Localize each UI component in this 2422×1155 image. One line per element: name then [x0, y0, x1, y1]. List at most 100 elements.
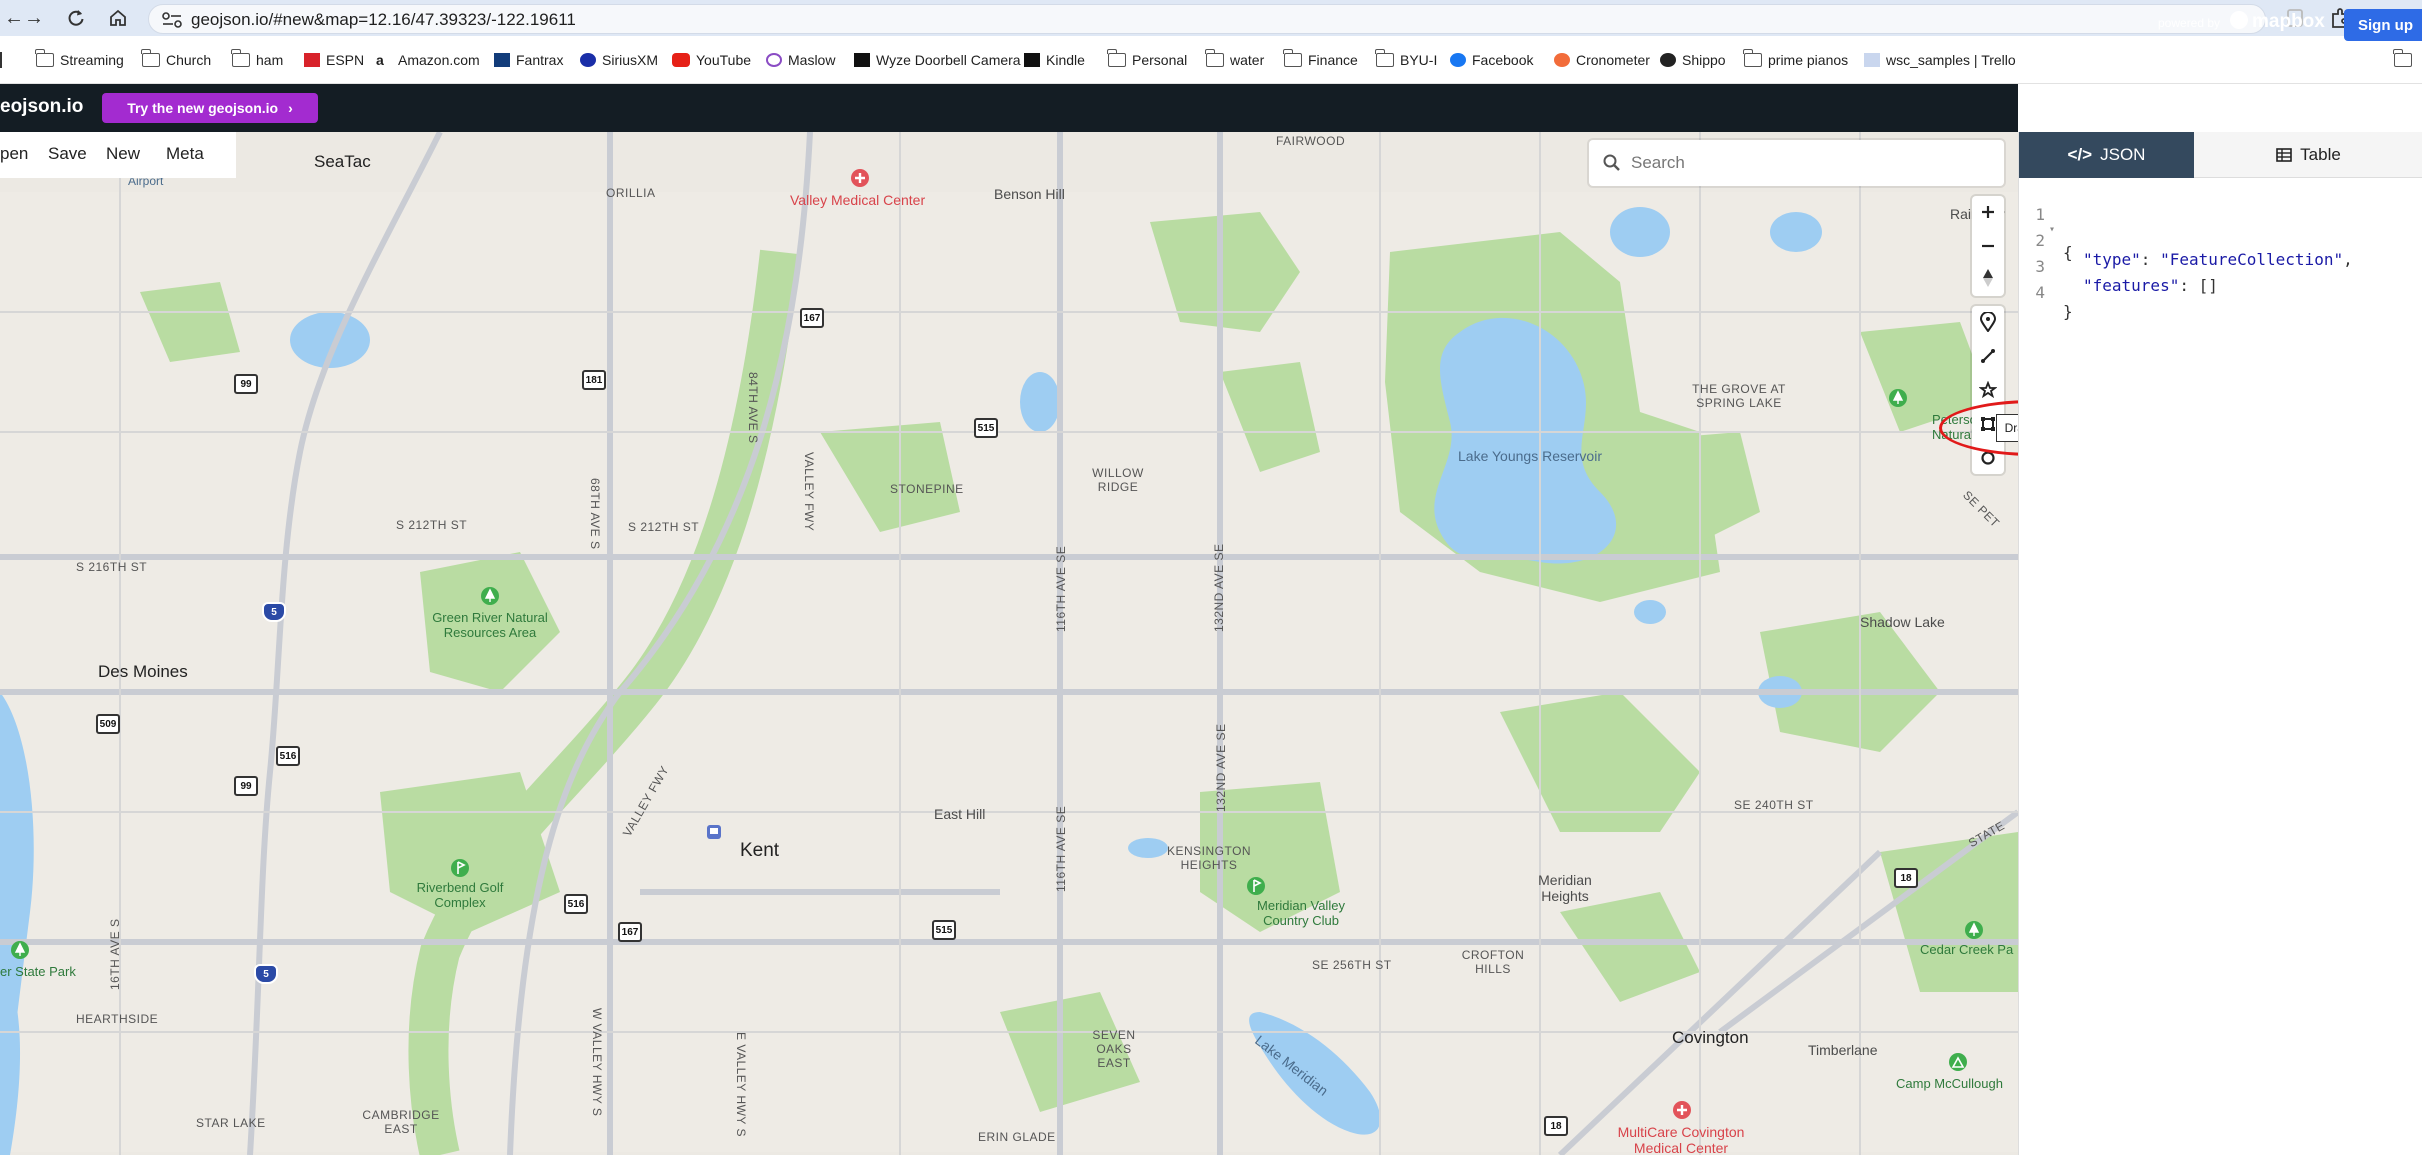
golf-icon — [451, 859, 469, 877]
park-icon — [11, 941, 29, 959]
map-label-84th-ave: 84TH AVE S — [746, 372, 760, 444]
tab-table[interactable]: Table — [2194, 132, 2422, 178]
map-label-68th-ave: 68TH AVE S — [588, 478, 602, 550]
bookmark-label: Cronometer — [1576, 52, 1650, 68]
folder-icon — [1205, 49, 1224, 67]
site-info-icon[interactable] — [161, 11, 183, 29]
bookmark-streaming[interactable]: Streaming — [35, 48, 124, 72]
bookmark-label: Personal — [1132, 52, 1188, 68]
map-label-se240: SE 240TH ST — [1734, 798, 1814, 812]
bookmark-label: Finance — [1308, 52, 1358, 68]
tab-json[interactable]: </> JSON — [2019, 132, 2194, 178]
park-icon — [481, 587, 499, 605]
route-shield: 18 — [1544, 1116, 1568, 1136]
map-label-meridian-valley: Meridian Valley Country Club — [1257, 898, 1345, 928]
youtube-icon — [672, 53, 690, 67]
map-label-116th-ave: 116TH AVE SE — [1054, 545, 1068, 632]
bookmark-shippo[interactable]: Shippo — [1660, 48, 1726, 72]
brand-logo[interactable]: eojson.io — [0, 96, 83, 118]
bookmark-wyze[interactable]: Wyze Doorbell Camera — [854, 48, 1021, 72]
route-shield: 181 — [582, 370, 606, 390]
cronometer-icon — [1554, 53, 1570, 67]
try-new-button[interactable]: Try the new geojson.io › — [102, 93, 318, 123]
siriusxm-icon — [580, 53, 596, 67]
json-value: "FeatureCollection" — [2160, 250, 2344, 269]
minus-icon — [1982, 244, 1994, 248]
compass-button[interactable] — [1972, 262, 2004, 294]
bookmark-siriusxm[interactable]: SiriusXM — [580, 48, 658, 72]
bookmark-amazon[interactable]: a Amazon.com — [376, 48, 480, 72]
map-label-seven-oaks: SEVEN OAKS EAST — [1092, 1028, 1136, 1070]
draw-point-button[interactable] — [1972, 306, 2004, 338]
map-label-crofton: CROFTON HILLS — [1461, 948, 1525, 976]
new-menu-item[interactable]: New — [106, 144, 140, 164]
meta-menu-item[interactable]: Meta — [166, 144, 204, 164]
folder-icon — [1743, 49, 1762, 67]
bookmark-water[interactable]: water — [1205, 48, 1265, 72]
search-box[interactable] — [1589, 140, 2004, 186]
map-label-east-hill: East Hill — [934, 806, 986, 822]
bookmark-kindle[interactable]: Kindle — [1024, 48, 1085, 72]
bookmark-maslow[interactable]: Maslow — [766, 48, 835, 72]
json-editor[interactable]: 1 ▾ { 2 "type": "FeatureCollection", 3 "… — [2019, 182, 2422, 1142]
bookmark-fantrax[interactable]: Fantrax — [494, 48, 563, 72]
route-shield: 99 — [234, 776, 258, 796]
forward-icon[interactable]: → — [20, 4, 48, 32]
search-input[interactable] — [1629, 148, 1989, 178]
bookmark-personal[interactable]: Personal — [1107, 48, 1188, 72]
url-text: geojson.io/#new&map=12.16/47.39323/-122.… — [191, 10, 576, 29]
map-label-stonepine: STONEPINE — [890, 482, 964, 496]
signup-label: Sign up — [2358, 16, 2413, 34]
bookmark-espn[interactable]: ESPN — [304, 48, 364, 72]
bookmark-prime-pianos[interactable]: prime pianos — [1743, 48, 1849, 72]
map-label-multicare: MultiCare Covington Medical Center — [1617, 1124, 1745, 1155]
bookmark-label: prime pianos — [1768, 52, 1849, 68]
marker-icon — [1980, 312, 1996, 332]
map-label-timberlane: Timberlane — [1808, 1042, 1878, 1058]
bookmark-label: Fantrax — [516, 52, 564, 68]
bookmark-label: Shippo — [1682, 52, 1726, 68]
map-label-grove: THE GROVE AT SPRING LAKE — [1692, 382, 1786, 410]
map-label-valley-medical: Valley Medical Center — [790, 192, 926, 208]
folder-icon — [231, 49, 250, 67]
line-number: 4 — [2035, 283, 2045, 302]
bookmark-label: water — [1230, 52, 1265, 68]
plus-icon — [1982, 206, 1994, 218]
bookmark-youtube[interactable]: YouTube — [672, 48, 751, 72]
zoom-in-button[interactable] — [1972, 196, 2004, 228]
bookmark-finance[interactable]: Finance — [1283, 48, 1358, 72]
bookmark-cronometer[interactable]: Cronometer — [1554, 48, 1650, 72]
map-label-erin-glade: ERIN GLADE — [978, 1130, 1056, 1144]
bookmark-byui[interactable]: BYU-I — [1375, 48, 1438, 72]
bookmark-trello[interactable]: wsc_samples | Trello — [1864, 48, 2016, 72]
bookmark-separator — [0, 48, 2, 72]
interstate-shield: 5 — [262, 602, 286, 622]
map-label-green-river: Green River Natural Resources Area — [432, 610, 548, 640]
route-shield: 18 — [1894, 868, 1918, 888]
all-bookmarks-folder[interactable] — [2393, 48, 2418, 72]
save-menu-item[interactable]: Save — [48, 144, 87, 164]
map-background — [0, 132, 2018, 1155]
draw-line-button[interactable] — [1972, 340, 2004, 372]
bookmark-ham[interactable]: ham — [231, 48, 283, 72]
code-line: 1 ▾ { — [2019, 186, 2077, 262]
map-label-w-valley-hwy: W VALLEY HWY S — [590, 1008, 604, 1117]
open-menu-item[interactable]: pen — [0, 144, 28, 164]
map-label-benson-hill: Benson Hill — [994, 186, 1065, 202]
bookmark-church[interactable]: Church — [141, 48, 211, 72]
try-new-label: Try the new geojson.io — [127, 100, 279, 116]
bookmark-label: BYU-I — [1400, 52, 1438, 68]
map-canvas[interactable]: SeaTac Airport ORILLIA Valley Medical Ce… — [0, 132, 2018, 1155]
map-label-covington: Covington — [1672, 1028, 1749, 1047]
address-bar[interactable]: geojson.io/#new&map=12.16/47.39323/-122.… — [148, 4, 2391, 34]
json-key: "features" — [2083, 276, 2180, 295]
home-icon[interactable] — [104, 4, 132, 32]
bookmark-facebook[interactable]: Facebook — [1450, 48, 1533, 72]
signup-button[interactable]: Sign up — [2344, 9, 2422, 41]
json-tail: , — [2343, 250, 2353, 269]
map-label-meridian-heights: Meridian Heights — [1538, 872, 1592, 904]
reload-icon[interactable] — [62, 4, 90, 32]
folder-icon — [2393, 49, 2412, 67]
zoom-out-button[interactable] — [1972, 230, 2004, 262]
compass-icon — [1983, 269, 1993, 287]
